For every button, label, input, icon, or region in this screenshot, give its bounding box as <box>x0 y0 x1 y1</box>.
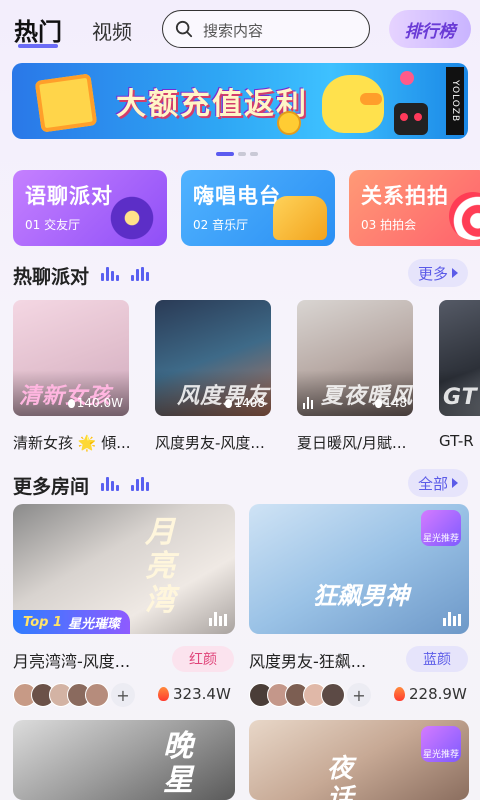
more-button[interactable]: 更多 <box>408 259 468 287</box>
section-title-hot: 热聊派对 <box>13 266 90 288</box>
room-art-text: 晚星 <box>163 729 193 798</box>
category-radio[interactable]: 嗨唱电台 02 音乐厅 <box>181 170 335 246</box>
gift-box-icon <box>34 73 98 133</box>
avatar <box>85 683 109 707</box>
room-card[interactable]: 月亮湾 Top 1 星光璀璨 <box>13 504 235 634</box>
more-label: 更多 <box>417 264 448 283</box>
top-badge-label: 星光璀璨 <box>68 616 121 632</box>
plus-icon: + <box>347 683 371 707</box>
flame-icon <box>158 687 169 701</box>
room-art-text: 月亮湾 <box>145 515 175 618</box>
banner-pagination <box>216 152 258 156</box>
room-card[interactable]: 星光推荐 狂飙男神 <box>249 504 469 634</box>
top-header: 热门 视频 搜索内容 排行榜 <box>0 0 480 58</box>
section-title-rooms: 更多房间 <box>13 476 90 498</box>
card-art-text: GT <box>443 385 478 410</box>
search-icon <box>175 20 193 38</box>
all-label: 全部 <box>417 474 448 493</box>
room-title: 风度男友-狂飙... <box>249 652 367 671</box>
radio-icon <box>273 196 327 240</box>
room-heat: 228.9W <box>394 685 467 703</box>
heat-value: 228.9W <box>409 685 467 703</box>
mask-icon <box>394 103 428 135</box>
category-title: 嗨唱电台 <box>193 184 281 208</box>
room-tag: 蓝颜 <box>406 646 468 672</box>
category-voice-party[interactable]: 语聊派对 01 交友厅 <box>13 170 167 246</box>
duck-mascot-icon <box>322 75 384 133</box>
promo-banner[interactable]: 大额充值返利 YOLOZB <box>12 63 468 139</box>
tab-video[interactable]: 视频 <box>92 16 132 45</box>
pagination-dot[interactable] <box>216 152 234 156</box>
category-title: 语聊派对 <box>25 184 113 208</box>
heat-value: 148 <box>384 396 407 410</box>
star-recommend-badge: 星光推荐 <box>421 726 461 762</box>
heat-value: 140.0W <box>76 396 123 410</box>
flame-icon <box>375 398 383 408</box>
ball-icon <box>400 71 414 85</box>
room-heat: 323.4W <box>158 685 231 703</box>
room-art-text: 夜话 <box>327 754 354 800</box>
lollipop-icon <box>449 192 480 240</box>
top-rank-label: Top 1 <box>23 614 62 630</box>
flame-icon <box>225 398 233 408</box>
room-card[interactable]: 星光推荐 夜话 <box>249 720 469 800</box>
all-rooms-button[interactable]: 全部 <box>408 469 468 497</box>
hot-card[interactable]: GT <box>439 300 480 416</box>
hot-card-title: 风度男友-风度... <box>155 434 265 452</box>
pagination-dot[interactable] <box>250 152 258 156</box>
flame-icon <box>394 687 405 701</box>
room-avatars[interactable]: + <box>13 683 135 707</box>
plus-icon: + <box>111 683 135 707</box>
hot-card[interactable]: 夏夜暖风 148 <box>297 300 413 416</box>
flame-icon <box>67 398 75 408</box>
room-tag: 红颜 <box>172 646 234 672</box>
heat-count: 140.0W <box>67 396 123 410</box>
room-art-text: 狂飙男神 <box>313 582 409 610</box>
hot-card[interactable]: 风度男友 1408 <box>155 300 271 416</box>
room-avatars[interactable]: + <box>249 683 371 707</box>
arrow-right-icon <box>452 268 458 278</box>
sound-bars-icon <box>131 477 149 491</box>
category-subtitle: 03 拍拍会 <box>361 218 417 232</box>
heat-value: 323.4W <box>173 685 231 703</box>
hot-card-title: 清新女孩 🌟 傾... <box>13 434 131 452</box>
hot-card-title: 夏日暖风/月賦... <box>297 434 407 452</box>
search-placeholder: 搜索内容 <box>203 22 264 40</box>
sound-bars-icon <box>443 612 461 626</box>
category-subtitle: 01 交友厅 <box>25 218 81 232</box>
room-title: 月亮湾湾-风度... <box>13 652 131 671</box>
sound-bars-icon <box>101 477 119 491</box>
sound-bars-icon <box>303 397 313 409</box>
hot-card-title: GT-R <box>439 432 474 450</box>
hot-card[interactable]: 清新女孩 140.0W <box>13 300 129 416</box>
active-tab-indicator <box>18 44 58 48</box>
star-recommend-badge: 星光推荐 <box>421 510 461 546</box>
tab-hot[interactable]: 热门 <box>14 12 62 47</box>
sound-bars-icon <box>209 612 227 626</box>
category-subtitle: 02 音乐厅 <box>193 218 249 232</box>
arrow-right-icon <box>452 478 458 488</box>
sound-bars-icon <box>101 267 119 281</box>
heat-count: 1408 <box>225 396 265 410</box>
room-card[interactable]: 晚星 <box>13 720 235 800</box>
category-title: 关系拍拍 <box>361 184 449 208</box>
pagination-dot[interactable] <box>238 152 246 156</box>
heat-value: 1408 <box>234 396 265 410</box>
banner-brand: YOLOZB <box>446 67 464 135</box>
search-input[interactable]: 搜索内容 <box>162 10 370 48</box>
top-rank-badge: Top 1 星光璀璨 <box>13 610 131 634</box>
coin-icon <box>277 111 301 135</box>
ranking-button[interactable]: 排行榜 <box>389 10 471 48</box>
category-relationship[interactable]: 关系拍拍 03 拍拍会 <box>349 170 480 246</box>
heat-count: 148 <box>375 396 407 410</box>
avatar <box>321 683 345 707</box>
record-player-icon <box>105 196 159 240</box>
sound-bars-icon <box>131 267 149 281</box>
